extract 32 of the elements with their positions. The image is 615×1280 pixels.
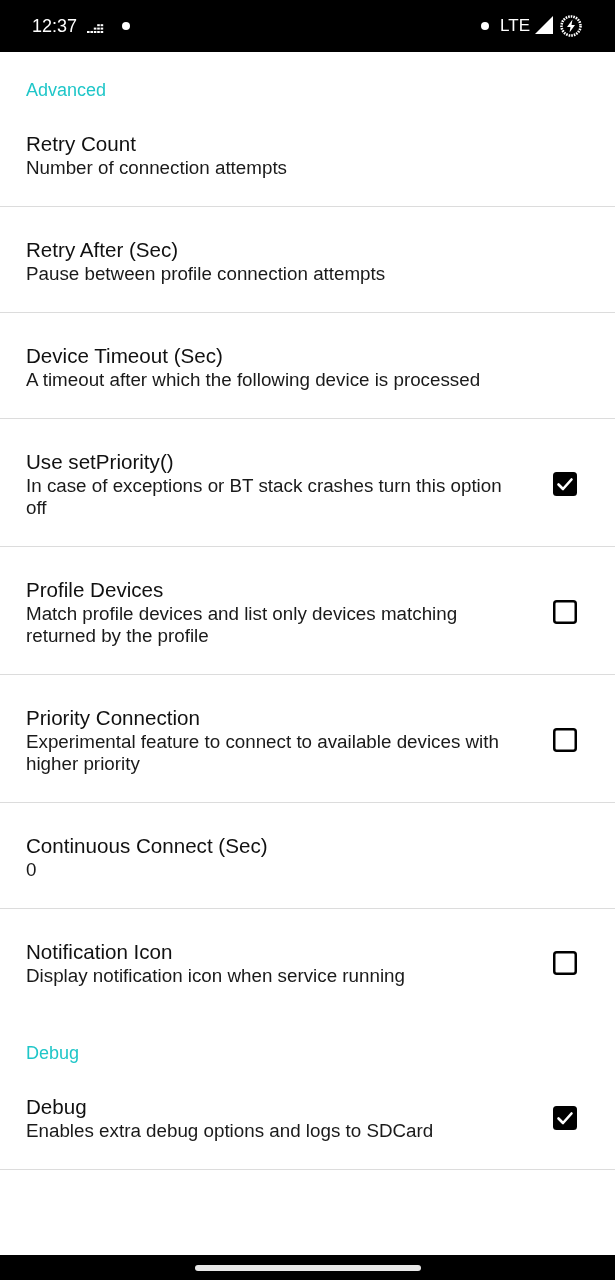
battery-charging-icon (560, 15, 582, 37)
setting-summary: Enables extra debug options and logs to SDCard (26, 1120, 435, 1142)
signal-icon (535, 16, 553, 34)
network-type: LTE (500, 15, 530, 37)
notification-dot-icon (481, 22, 490, 30)
setting-title[interactable]: Notification Icon (26, 939, 517, 965)
setting-title[interactable]: Debug (26, 1094, 517, 1120)
notification-dot-icon (122, 22, 131, 30)
setting-summary: Match profile devices and list only devices matching returned by the profile (26, 603, 459, 647)
setting-title[interactable]: Retry After (Sec) (26, 237, 577, 263)
clock-time: 12:37 (32, 15, 78, 37)
setting-summary: In case of exceptions or BT stack crashes turn this option off (26, 475, 503, 519)
setting-title[interactable]: Device Timeout (Sec) (26, 343, 577, 369)
setting-title[interactable]: Profile Devices (26, 577, 517, 603)
setting-summary: Number of connection attempts (26, 157, 288, 179)
setting-summary: A timeout after which the following device is processed (26, 369, 482, 391)
checkbox[interactable] (553, 600, 577, 624)
setting-title[interactable]: Continuous Connect (Sec) (26, 833, 577, 859)
setting-summary: Pause between profile connection attempts (26, 263, 387, 285)
equalizer-icon (87, 21, 105, 33)
setting-summary: Experimental feature to connect to available devices with higher priority (26, 731, 500, 775)
checkbox[interactable] (553, 951, 577, 975)
setting-title[interactable]: Use setPriority() (26, 449, 517, 475)
setting-title[interactable]: Retry Count (26, 131, 577, 157)
setting-title[interactable]: Priority Connection (26, 705, 517, 731)
category-title: Advanced (25, 79, 108, 101)
checkbox[interactable] (553, 1106, 577, 1130)
setting-summary: Display notification icon when service running (26, 965, 406, 987)
checkbox[interactable] (553, 472, 577, 496)
checkbox[interactable] (553, 728, 577, 752)
category-title: Debug (25, 1042, 81, 1064)
setting-summary: 0 (26, 859, 38, 881)
